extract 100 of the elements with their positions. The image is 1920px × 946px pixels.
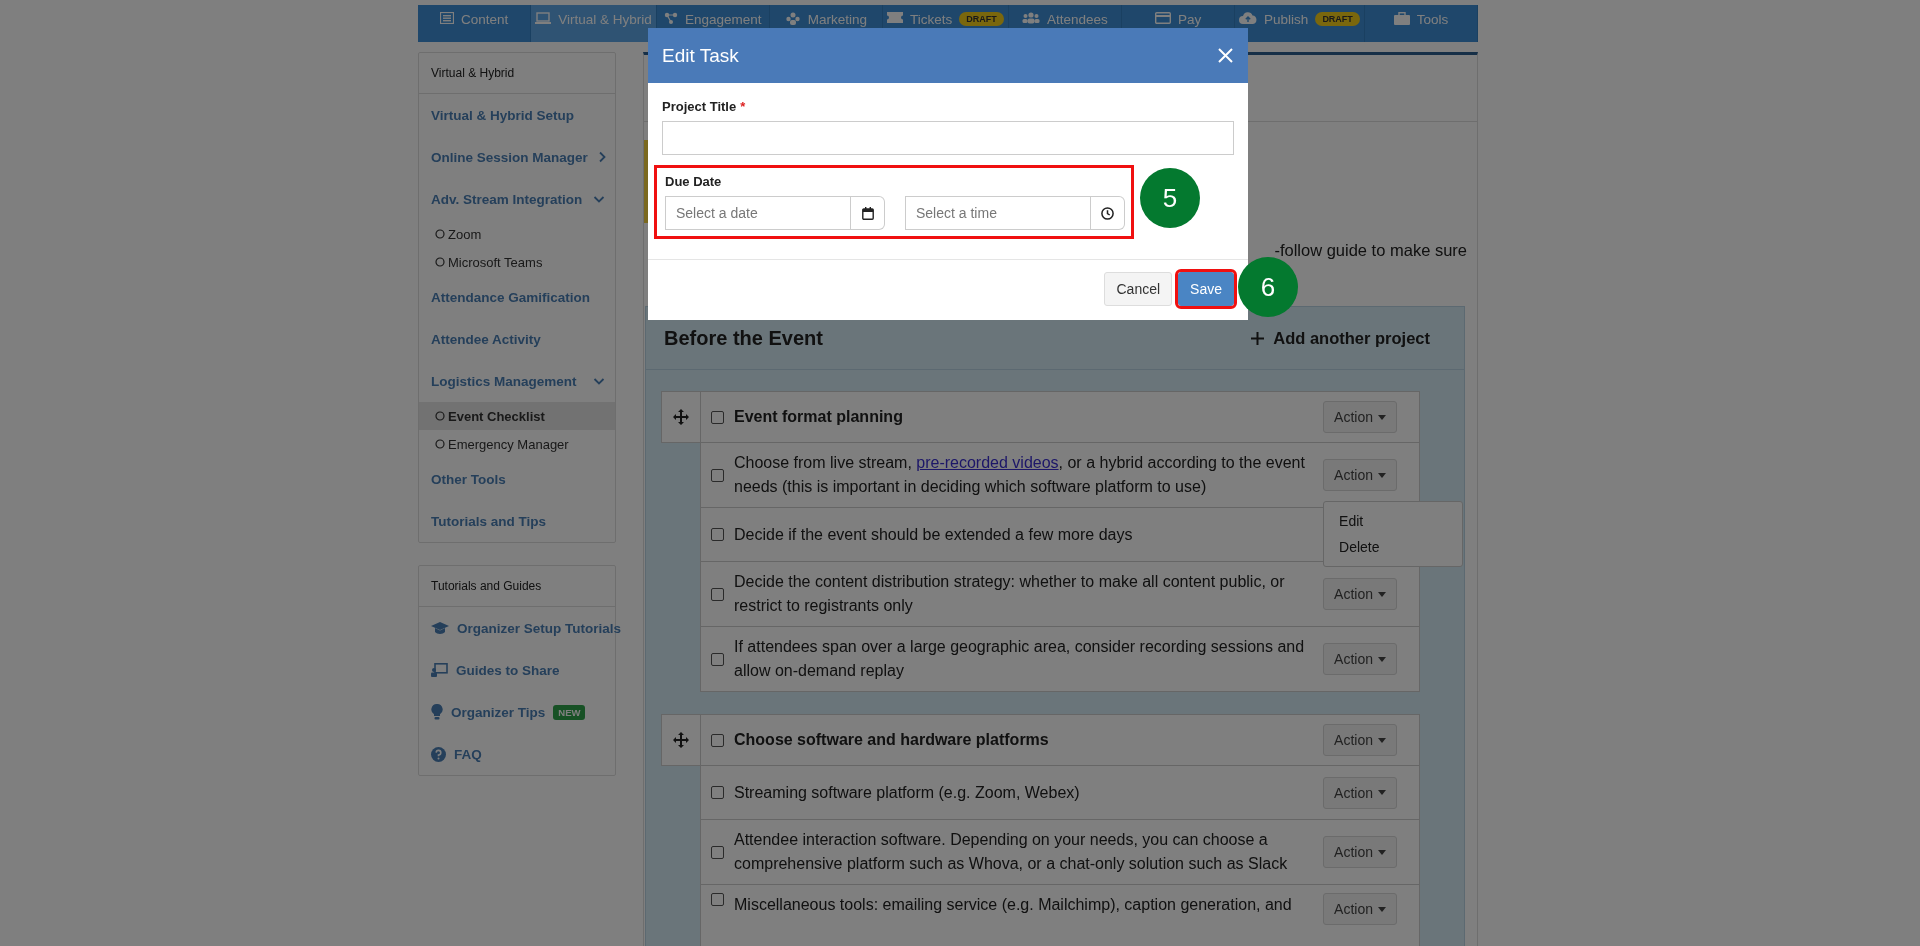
sidebar-item[interactable]: Attendee Activity (419, 318, 615, 360)
nav-tab-label: Attendees (1046, 12, 1108, 27)
time-picker-button[interactable] (1091, 196, 1125, 230)
caret-icon (1378, 906, 1386, 912)
action-dropdown-button[interactable]: Action (1323, 836, 1397, 868)
menu-item[interactable]: Delete (1324, 534, 1463, 560)
cloud-upload-icon (1239, 12, 1258, 24)
nav-tab-label: Marketing (807, 12, 868, 27)
task-text: Decide the content distribution strategy: whether to make all content public, or restrict to registrants only (734, 572, 1286, 616)
time-field[interactable]: Select a time (905, 196, 1091, 230)
videos-link[interactable]: pre-recorded videos (916, 454, 1059, 471)
checkbox[interactable] (711, 528, 724, 541)
clock-icon (1101, 206, 1114, 220)
field-label: Due Date (665, 174, 722, 189)
date-field[interactable]: Select a date (665, 196, 851, 230)
sidebar-item-label: FAQ (454, 746, 482, 762)
sidebar-subitem-label: Event Checklist (448, 408, 545, 424)
checkbox[interactable] (711, 587, 724, 601)
checkbox[interactable] (711, 410, 724, 424)
circle-icon (435, 411, 445, 421)
nav-tab-label: Tickets (910, 12, 953, 27)
nav-tab-label: Pay (1177, 12, 1202, 27)
sidebar-item[interactable]: Adv. Stream Integration (419, 178, 615, 220)
panel-title: Virtual & Hybrid (419, 53, 615, 94)
sidebar-subitem[interactable]: Event Checklist (419, 402, 615, 430)
nav-tab[interactable]: Tools (1364, 5, 1478, 42)
ticket-icon (887, 12, 903, 23)
action-dropdown-button[interactable]: Action (1323, 643, 1397, 675)
plus-icon (1251, 331, 1265, 345)
action-dropdown-button[interactable]: Action (1323, 724, 1397, 756)
sidebar-item-label: Online Session Manager (431, 149, 588, 165)
sidebar-item-label: Attendee Activity (431, 331, 541, 347)
section-title: Before the Event (664, 326, 823, 350)
caret-icon (1378, 656, 1386, 662)
action-dropdown-button[interactable]: Action (1323, 578, 1397, 610)
task-text: Choose from live stream, pre-recorded videos, or a hybrid according to the event needs (this is important in deciding which software platform to use) (734, 453, 1306, 497)
action-dropdown-button[interactable]: Action (1323, 401, 1397, 433)
caret-icon (1378, 737, 1386, 743)
caret-icon (1378, 790, 1386, 795)
action-dropdown-button[interactable]: Action (1323, 776, 1397, 809)
sidebar-item-label: Adv. Stream Integration (431, 191, 583, 207)
move-icon (673, 732, 689, 748)
checkbox[interactable] (711, 786, 724, 799)
checkbox[interactable] (711, 893, 724, 906)
date-picker-button[interactable] (851, 196, 885, 230)
sidebar-item[interactable]: Attendance Gamification (419, 276, 615, 318)
sidebar-subitem[interactable]: Microsoft Teams (419, 248, 615, 276)
checkbox[interactable] (711, 733, 724, 747)
sidebar-item[interactable]: FAQ (419, 733, 615, 775)
nav-tab-label: Virtual & Hybrid (558, 12, 652, 27)
sidebar-item[interactable]: Logistics Management (419, 360, 615, 402)
lightbulb-icon (431, 704, 443, 720)
sidebar-item[interactable]: Organizer Tips NEW (419, 691, 615, 733)
action-dropdown-button[interactable]: Action (1323, 459, 1397, 491)
step-marker: 5 (1140, 168, 1200, 228)
caret-icon (1378, 472, 1386, 478)
circle-icon (435, 257, 445, 267)
caret-icon (1378, 849, 1386, 855)
new-badge: NEW (553, 704, 586, 720)
presentation-icon (431, 663, 448, 677)
list-icon (439, 12, 454, 24)
task-text: Streaming software platform (e.g. Zoom, Webex) (734, 782, 1080, 803)
checkbox[interactable] (711, 845, 724, 859)
caret-icon (1378, 414, 1386, 420)
laptop-icon (535, 12, 552, 24)
save-button[interactable]: Save (1178, 272, 1234, 306)
sidebar-item[interactable]: Other Tools (419, 458, 615, 500)
action-dropdown-button[interactable]: Action (1323, 893, 1397, 925)
project-title: Event format planning (734, 408, 904, 426)
nav-tab-label: Publish (1264, 12, 1309, 27)
sidebar-subitem[interactable]: Emergency Manager (419, 430, 615, 458)
graduation-cap-icon (431, 621, 449, 635)
sidebar-item-label: Guides to Share (456, 662, 560, 678)
sidebar-item[interactable]: Tutorials and Tips (419, 500, 615, 542)
task-text: If attendees span over a large geographic area, consider recording sessions and allow on-demand replay (734, 637, 1306, 681)
task-text: Attendee interaction software. Depending on your needs, you can choose a comprehensive platform such as Whova, or a chat-only solution such as Slack (734, 830, 1289, 874)
cancel-button[interactable]: Cancel (1104, 272, 1173, 306)
checkbox[interactable] (711, 468, 724, 482)
toolbox-icon (1393, 12, 1410, 25)
menu-item[interactable]: Edit (1324, 508, 1463, 534)
help-icon (431, 746, 446, 762)
status-badge: DRAFT (959, 12, 1004, 26)
sidebar-item[interactable]: Online Session Manager (419, 136, 615, 178)
sidebar-subitem-label: Emergency Manager (448, 436, 569, 452)
sidebar-item-label: Other Tools (431, 471, 506, 487)
close-button[interactable] (1216, 46, 1235, 65)
nav-tab[interactable]: Virtual & Hybrid (531, 5, 657, 42)
people-group-icon (784, 12, 801, 25)
sidebar-subitem-label: Zoom (448, 226, 482, 242)
checkbox[interactable] (711, 652, 724, 666)
sidebar-item[interactable]: Virtual & Hybrid Setup (419, 94, 615, 136)
project-title-field[interactable] (662, 121, 1234, 155)
circle-icon (435, 439, 445, 449)
credit-card-icon (1154, 12, 1171, 24)
dialog-title: Edit Task (662, 44, 739, 67)
add-project-button[interactable]: Add another project (1245, 327, 1436, 349)
sidebar-item[interactable]: Guides to Share (419, 649, 615, 691)
nav-tab-label: Tools (1416, 12, 1449, 27)
field-label: Project Title (662, 99, 737, 114)
sidebar-subitem[interactable]: Zoom (419, 220, 615, 248)
